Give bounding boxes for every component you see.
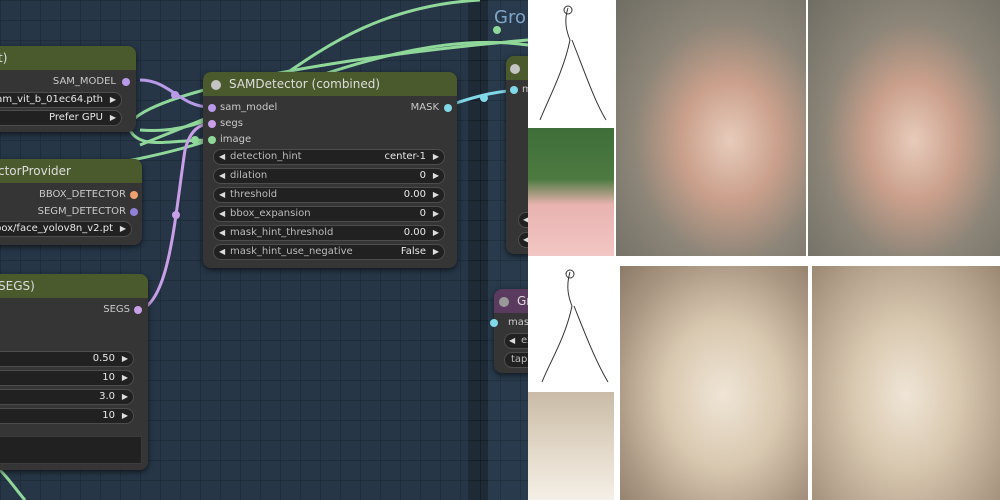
bbox-model-widget[interactable]: bbox/face_yolov8n_v2.pt ▶ xyxy=(0,221,132,237)
arrow-left-icon[interactable]: ◀ xyxy=(219,245,225,259)
sam-detector-node[interactable]: SAMDetector (combined) sam_model segs im… xyxy=(203,72,457,268)
sketch-image-top xyxy=(528,0,614,126)
input-label-segs: segs xyxy=(220,118,243,129)
input-label-image: image xyxy=(220,134,252,145)
bbox-expansion-widget[interactable]: ◀ bbox_expansion 0 ▶ xyxy=(213,206,445,222)
arrow-left-icon[interactable]: ◀ xyxy=(509,334,515,348)
arrow-right-icon[interactable]: ▶ xyxy=(122,409,128,423)
arrow-left-icon[interactable]: ◀ xyxy=(219,188,225,202)
output-label-segm: SEGM_DETECTOR xyxy=(37,206,126,217)
dilation-widget[interactable]: ◀ dilation 0 ▶ xyxy=(213,168,445,184)
detection-hint-widget[interactable]: ◀ detection_hint center-1 ▶ xyxy=(213,149,445,165)
input-label-sam-model: sam_model xyxy=(220,102,278,113)
pink-gown-image-2 xyxy=(808,0,1000,256)
arrow-right-icon[interactable]: ▶ xyxy=(122,371,128,385)
model-name-widget[interactable]: sam_vit_b_01ec64.pth ▶ xyxy=(0,92,122,108)
output-dot-mask[interactable] xyxy=(444,104,452,112)
output-dot-segs[interactable] xyxy=(134,306,142,314)
image-collage xyxy=(528,0,1000,500)
arrow-right-icon[interactable]: ▶ xyxy=(433,150,439,164)
segs-node[interactable]: SEGS) SEGS 0.50 ▶ 10 ▶ 3.0 ▶ 10 ▶ xyxy=(0,274,148,470)
arrow-right-icon[interactable]: ▶ xyxy=(122,390,128,404)
arrow-right-icon[interactable]: ▶ xyxy=(120,222,126,236)
output-label-mask: MASK xyxy=(410,102,439,113)
ivory-gown-image-1 xyxy=(620,266,808,500)
arrow-left-icon[interactable]: ◀ xyxy=(219,150,225,164)
threshold-widget[interactable]: ◀ threshold 0.00 ▶ xyxy=(213,187,445,203)
device-mode-widget[interactable]: Prefer GPU ▶ xyxy=(0,110,122,126)
arrow-right-icon[interactable]: ▶ xyxy=(433,226,439,240)
collapse-dot-icon[interactable] xyxy=(510,63,520,74)
arrow-right-icon[interactable]: ▶ xyxy=(433,188,439,202)
arrow-right-icon[interactable]: ▶ xyxy=(110,111,116,125)
node-title: t) xyxy=(0,46,136,70)
output-dot-bbox[interactable] xyxy=(130,191,138,199)
node-title: SEGS) xyxy=(0,274,148,298)
mask-hint-threshold-widget[interactable]: ◀ mask_hint_threshold 0.00 ▶ xyxy=(213,225,445,241)
dress-sketch-icon xyxy=(539,5,607,121)
collapse-dot-icon[interactable] xyxy=(499,296,509,307)
ivory-gown-image-2 xyxy=(812,266,1000,500)
segs-widget-1[interactable]: 0.50 ▶ xyxy=(0,351,134,367)
node-title: ctorProvider xyxy=(0,159,142,183)
sam-loader-node[interactable]: t) SAM_MODEL sam_vit_b_01ec64.pth ▶ Pref… xyxy=(0,46,136,132)
pink-portrait-image xyxy=(528,128,614,256)
node-title-bar[interactable]: SAMDetector (combined) xyxy=(203,72,457,96)
input-dot-mask[interactable] xyxy=(510,86,518,94)
input-dot-segs[interactable] xyxy=(208,120,216,128)
arrow-right-icon[interactable]: ▶ xyxy=(433,245,439,259)
input-dot-mask[interactable] xyxy=(490,319,498,327)
veil-portrait-image xyxy=(528,392,614,500)
canvas[interactable]: { "groups": {"right_group_title": "Gro",… xyxy=(0,0,1000,500)
collapse-dot-icon[interactable] xyxy=(211,79,221,90)
arrow-left-icon[interactable]: ◀ xyxy=(219,226,225,240)
input-dot-image[interactable] xyxy=(208,136,216,144)
arrow-right-icon[interactable]: ▶ xyxy=(433,207,439,221)
detector-provider-node[interactable]: ctorProvider BBOX_DETECTOR SEGM_DETECTOR… xyxy=(0,159,142,245)
segs-widget-4[interactable]: 10 ▶ xyxy=(0,408,134,424)
input-dot-sam-model[interactable] xyxy=(208,104,216,112)
arrow-right-icon[interactable]: ▶ xyxy=(110,93,116,107)
sketch-image-bottom xyxy=(528,262,614,388)
segs-widget-3[interactable]: 3.0 ▶ xyxy=(0,389,134,405)
text-area[interactable] xyxy=(0,436,142,464)
node-title: SAMDetector (combined) xyxy=(229,77,381,91)
output-dot-sam-model[interactable] xyxy=(122,78,130,86)
arrow-left-icon[interactable]: ◀ xyxy=(219,207,225,221)
dress-sketch-icon xyxy=(541,269,609,383)
mask-hint-negative-widget[interactable]: ◀ mask_hint_use_negative False ▶ xyxy=(213,244,445,260)
output-label-bbox: BBOX_DETECTOR xyxy=(39,189,126,200)
output-dot-segm[interactable] xyxy=(130,208,138,216)
output-label-sam-model: SAM_MODEL xyxy=(52,76,116,87)
pink-gown-image-1 xyxy=(616,0,806,256)
arrow-right-icon[interactable]: ▶ xyxy=(122,352,128,366)
arrow-right-icon[interactable]: ▶ xyxy=(433,169,439,183)
output-label-segs: SEGS xyxy=(103,304,130,315)
arrow-left-icon[interactable]: ◀ xyxy=(219,169,225,183)
segs-widget-2[interactable]: 10 ▶ xyxy=(0,370,134,386)
